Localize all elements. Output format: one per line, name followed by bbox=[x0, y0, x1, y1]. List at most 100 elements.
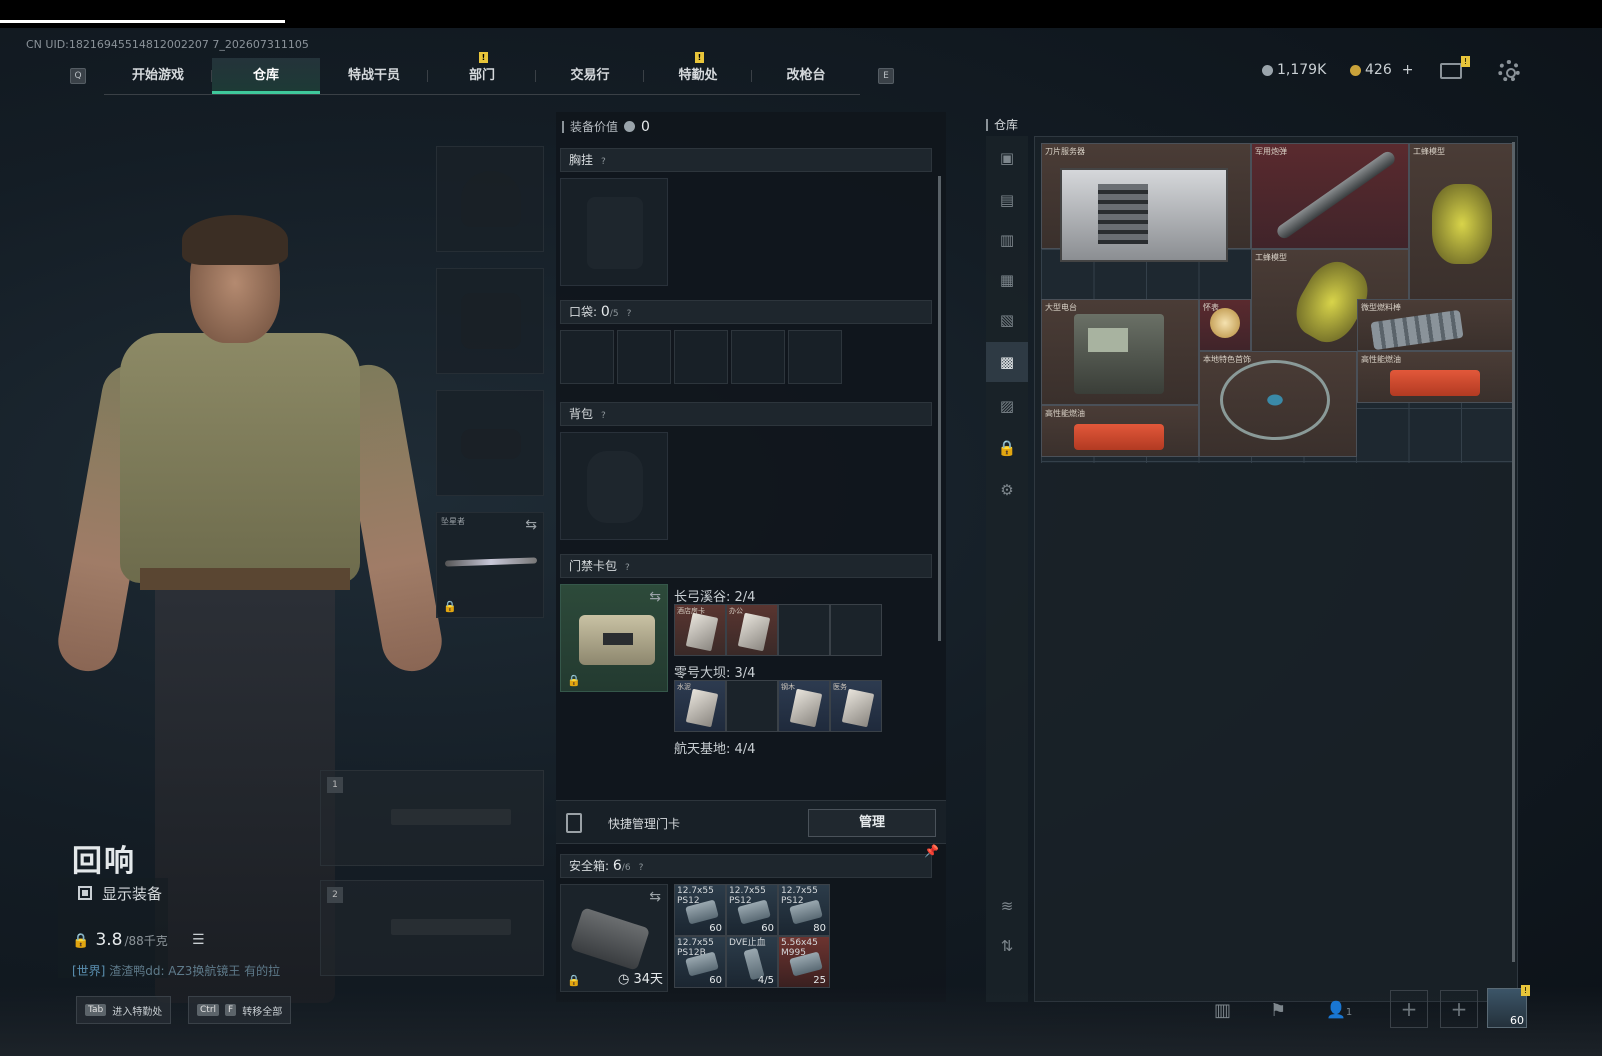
item-high-perf-fuel[interactable]: 高性能燃油 bbox=[1357, 351, 1513, 403]
ammo-item[interactable]: 5.56x45 M995 25 bbox=[778, 936, 830, 988]
swap-icon[interactable]: ⇆ bbox=[525, 517, 537, 533]
squad-icon[interactable]: 👤1 bbox=[1326, 1000, 1352, 1019]
notification-badge: ! bbox=[479, 51, 488, 63]
safe-box-slot[interactable]: ⇆ 🔒 ◷ 34天 bbox=[560, 884, 668, 992]
chest-rig-slot[interactable] bbox=[560, 178, 668, 286]
keycard-cell[interactable]: 办公 bbox=[726, 604, 778, 656]
help-icon[interactable]: ? bbox=[627, 309, 632, 319]
item-large-radio[interactable]: 大型电台 bbox=[1041, 299, 1199, 405]
armor-slot[interactable] bbox=[436, 268, 544, 374]
filter-settings-icon[interactable]: ⚙ bbox=[995, 478, 1019, 502]
show-equipment-checkbox[interactable] bbox=[78, 886, 92, 900]
pocket-slot[interactable] bbox=[788, 330, 842, 384]
pocket-slot[interactable] bbox=[731, 330, 785, 384]
swap-icon[interactable]: ⇆ bbox=[649, 589, 661, 605]
help-icon[interactable]: ? bbox=[625, 563, 630, 573]
warehouse-scrollbar[interactable] bbox=[1512, 142, 1515, 962]
tab-trading[interactable]: 交易行 bbox=[536, 58, 644, 94]
category-ammo-icon[interactable]: ▦ bbox=[995, 268, 1019, 292]
keycard-cell[interactable] bbox=[778, 604, 830, 656]
category-keys-icon[interactable]: ▨ bbox=[995, 394, 1019, 418]
item-high-perf-fuel[interactable]: 高性能燃油 bbox=[1041, 405, 1199, 457]
keycard-cell[interactable]: 医务 bbox=[830, 680, 882, 732]
keycard-pack-slot[interactable]: ⇆ 🔒 bbox=[560, 584, 668, 692]
category-meds-icon[interactable]: ▧ bbox=[995, 308, 1019, 332]
keycard-cell[interactable] bbox=[830, 604, 882, 656]
tab-warehouse[interactable]: 仓库 bbox=[212, 57, 320, 94]
pistol-slot[interactable] bbox=[436, 390, 544, 496]
top-black-bar bbox=[0, 0, 1602, 23]
tab-operators[interactable]: 特战干员 bbox=[320, 58, 428, 94]
helmet-slot[interactable] bbox=[436, 146, 544, 252]
flag-icon[interactable]: ⚑ bbox=[1270, 1000, 1286, 1021]
keycard-cell[interactable] bbox=[726, 680, 778, 732]
tab-department[interactable]: ! 部门 bbox=[428, 51, 536, 94]
tab-special-ops[interactable]: ! 特勤处 bbox=[644, 51, 752, 94]
item-bee-model[interactable]: 工蜂模型 bbox=[1409, 143, 1513, 303]
equipment-value-label: 装备价值 bbox=[570, 120, 619, 134]
tab-gunsmith[interactable]: 改枪台 bbox=[752, 58, 860, 94]
keycard-cell[interactable]: 酒店房卡 bbox=[674, 604, 726, 656]
category-collectibles-icon[interactable]: ▩ bbox=[986, 342, 1028, 382]
melee-label: 坠星者 bbox=[441, 517, 465, 526]
silver-amount: 1,179K bbox=[1277, 62, 1327, 78]
missile-icon bbox=[1274, 149, 1398, 241]
keycard-cell[interactable]: 水泥 bbox=[674, 680, 726, 732]
nav-next-key[interactable]: E bbox=[878, 68, 894, 84]
add-gold-button[interactable]: + bbox=[1402, 62, 1414, 78]
ammo-item[interactable]: 12.7x55 PS12 60 bbox=[674, 884, 726, 936]
loadout-scrollbar[interactable] bbox=[938, 176, 941, 641]
settings-gear-icon[interactable] bbox=[1498, 60, 1520, 82]
loadout-panel: 装备价值 0 胸挂? 口袋: 0/5? 背包? 门禁卡包? ⇆ 🔒 长弓溪谷: 2/… bbox=[556, 112, 946, 1002]
keycard-cell[interactable]: 钢木 bbox=[778, 680, 830, 732]
item-mini-fuel-rod[interactable]: 微型燃料棒 bbox=[1357, 299, 1513, 351]
keycard-group-label: 长弓溪谷: 2/4 bbox=[674, 590, 756, 605]
pocket-slot[interactable] bbox=[617, 330, 671, 384]
swap-icon[interactable]: ⇆ bbox=[649, 889, 661, 905]
keycard-holder-icon bbox=[579, 615, 655, 665]
list-icon[interactable]: ☰ bbox=[192, 932, 205, 948]
help-icon[interactable]: ? bbox=[601, 157, 606, 167]
player-avatar[interactable]: 60! bbox=[1487, 985, 1530, 1028]
nav-prev-key[interactable]: Q bbox=[70, 68, 86, 84]
keycard-group-label: 零号大坝: 3/4 bbox=[674, 666, 756, 681]
tab-start-game[interactable]: 开始游戏 bbox=[104, 58, 212, 94]
ammo-item[interactable]: 12.7x55 PS12 60 bbox=[726, 884, 778, 936]
help-icon[interactable]: ? bbox=[639, 863, 644, 873]
stats-icon[interactable]: ▥ bbox=[1214, 1000, 1231, 1021]
category-gear-icon[interactable]: ▥ bbox=[995, 228, 1019, 252]
pocket-slot[interactable] bbox=[674, 330, 728, 384]
medical-item[interactable]: DVE止血 4/5 bbox=[726, 936, 778, 988]
invite-slot-plus-icon[interactable]: + bbox=[1390, 990, 1428, 1028]
invite-slot-plus-icon[interactable]: + bbox=[1440, 990, 1478, 1028]
category-weapons-icon[interactable]: ▤ bbox=[995, 188, 1019, 212]
world-chat[interactable]: [世界] 渣渣鸭dd: AZ3换航镜王 有的拉 bbox=[72, 962, 280, 979]
item-name: 高性能燃油 bbox=[1045, 409, 1085, 418]
enter-special-ops-button[interactable]: Tab 进入特勤处 bbox=[76, 996, 172, 1024]
rifle-icon bbox=[391, 919, 511, 935]
melee-slot[interactable]: 坠星者 ⇆ 🔒 bbox=[436, 512, 544, 618]
category-all-icon[interactable]: ▣ bbox=[995, 146, 1019, 170]
item-local-jewelry[interactable]: 本地特色首饰 bbox=[1199, 351, 1357, 457]
item-blade-server[interactable]: 刀片服务器 bbox=[1041, 143, 1251, 262]
ammo-item[interactable]: 12.7x55 PS12 80 bbox=[778, 884, 830, 936]
primary-weapon-slot[interactable]: 1 bbox=[320, 770, 544, 866]
item-pocket-watch[interactable]: 怀表 bbox=[1199, 299, 1251, 351]
gold-currency[interactable]: 426 + bbox=[1350, 62, 1413, 78]
pin-icon[interactable]: 📌 bbox=[924, 844, 939, 858]
secondary-weapon-slot[interactable]: 2 bbox=[320, 880, 544, 976]
manage-button[interactable]: 管理 bbox=[808, 809, 936, 837]
item-military-shell[interactable]: 军用炮弹 bbox=[1251, 143, 1409, 249]
lock-icon[interactable]: 🔒 bbox=[995, 436, 1019, 460]
pocket-slot[interactable] bbox=[560, 330, 614, 384]
backpack-slot[interactable] bbox=[560, 432, 668, 540]
transfer-all-button[interactable]: Ctrl F 转移全部 bbox=[188, 996, 292, 1024]
help-icon[interactable]: ? bbox=[601, 411, 606, 421]
ammo-item[interactable]: 12.7x55 PS12B 60 bbox=[674, 936, 726, 988]
sort-icon[interactable]: ⇅ bbox=[995, 934, 1019, 958]
stack-icon[interactable]: ≋ bbox=[995, 894, 1019, 918]
player-level: 60 bbox=[1510, 1014, 1524, 1027]
mail-icon[interactable]: ! bbox=[1440, 56, 1470, 79]
chest-rig-icon bbox=[587, 197, 643, 269]
section-title: 口袋: bbox=[569, 305, 598, 319]
